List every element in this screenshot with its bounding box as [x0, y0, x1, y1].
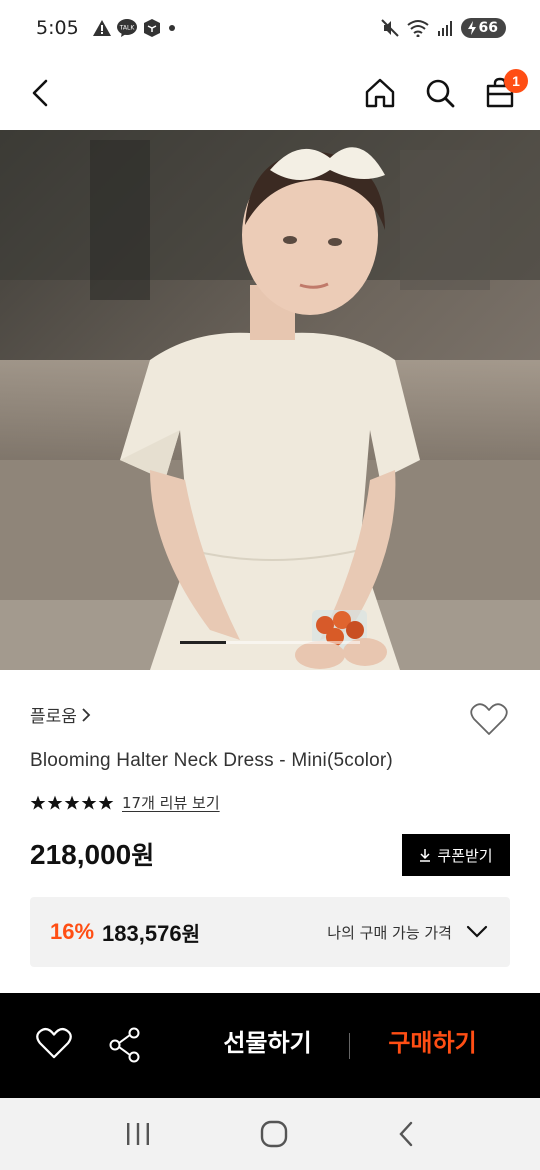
talk-icon: TALK [116, 19, 137, 37]
charging-icon [467, 21, 476, 35]
discounted-price-value: 183,576 [102, 920, 182, 946]
bottom-action-bar: 선물하기 구매하기 [0, 993, 540, 1098]
price-value: 218,000 [30, 839, 132, 870]
coupon-download-button[interactable]: 쿠폰받기 [402, 834, 510, 876]
download-icon [420, 849, 431, 862]
slide-indicator-active [180, 641, 226, 644]
share-button[interactable] [108, 1027, 142, 1067]
cart-count-badge: 1 [504, 69, 528, 93]
home-button[interactable] [362, 75, 398, 111]
heart-outline-icon [470, 703, 508, 735]
dot-icon [168, 25, 175, 31]
back-nav-icon[interactable] [396, 1120, 416, 1148]
box-icon [143, 19, 160, 37]
bottom-bar-divider [349, 1033, 350, 1059]
cart-button[interactable]: 1 [482, 69, 528, 111]
discount-rate: 16% [50, 919, 95, 944]
warning-icon [92, 20, 111, 36]
gift-button[interactable]: 선물하기 [205, 1023, 330, 1058]
original-price: 218,000원 [30, 836, 154, 872]
home-nav-icon[interactable] [260, 1120, 288, 1148]
chevron-down-icon [466, 925, 488, 938]
signal-icon [437, 21, 452, 36]
buy-button[interactable]: 구매하기 [370, 1023, 495, 1058]
search-icon [426, 79, 455, 108]
review-link[interactable]: 17개 리뷰 보기 [122, 792, 220, 813]
chevron-left-icon [32, 79, 48, 107]
star-icon [30, 795, 46, 810]
search-button[interactable] [422, 75, 458, 111]
status-notification-icons: TALK [92, 19, 177, 37]
brand-link[interactable]: 플로움 [30, 702, 91, 727]
mute-icon [380, 19, 399, 37]
share-icon [109, 1027, 140, 1063]
slide-indicator [180, 641, 360, 644]
product-name: Blooming Halter Neck Dress - Mini(5color… [30, 750, 393, 771]
brand-name: 플로움 [30, 707, 77, 727]
wifi-icon [406, 20, 429, 37]
svg-text:TALK: TALK [118, 25, 135, 32]
my-price-label: 나의 구매 가능 가격 [327, 923, 452, 942]
rating-row: 17개 리뷰 보기 [30, 792, 220, 813]
status-bar: 5:05 TALK 66 [0, 0, 540, 56]
bottom-wishlist-button[interactable] [36, 1027, 72, 1063]
home-icon [365, 78, 395, 108]
heart-outline-icon [36, 1027, 72, 1059]
product-photo [0, 130, 540, 670]
star-icon [98, 795, 114, 810]
star-icon [47, 795, 63, 810]
price-currency: 원 [131, 841, 155, 870]
back-button[interactable] [22, 75, 58, 111]
discounted-price-currency: 원 [181, 921, 200, 946]
header-actions: 1 [362, 69, 528, 111]
discounted-price: 183,576원 [102, 918, 200, 947]
rating-stars [30, 795, 114, 811]
battery-level: 66 [478, 20, 498, 36]
star-icon [64, 795, 80, 810]
star-icon [81, 795, 97, 810]
status-system-icons: 66 [380, 18, 506, 38]
chevron-right-icon [82, 707, 91, 722]
status-time: 5:05 [36, 17, 79, 39]
recent-apps-icon[interactable] [124, 1121, 152, 1147]
coupon-label: 쿠폰받기 [437, 846, 493, 865]
wishlist-button[interactable] [470, 702, 510, 738]
battery-indicator: 66 [460, 18, 506, 38]
product-image-gallery[interactable] [0, 130, 540, 670]
discount-price-box[interactable]: 16% 183,576원 나의 구매 가능 가격 [30, 897, 510, 967]
system-navigation-bar [0, 1098, 540, 1170]
app-header: 1 [0, 56, 540, 130]
product-info: 플로움 Blooming Halter Neck Dress - Mini(5c… [0, 670, 540, 993]
